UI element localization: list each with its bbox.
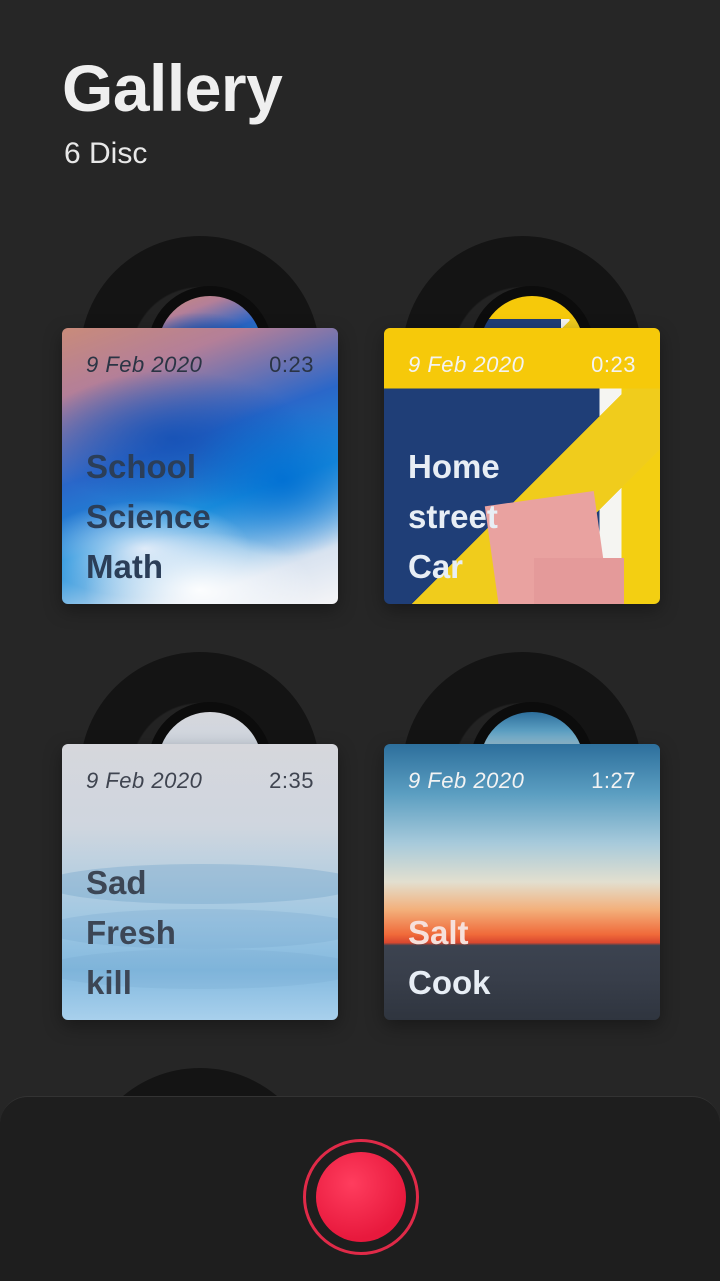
album-tag: Sad <box>86 864 147 901</box>
album-item[interactable]: 9 Feb 2020 2:35 Sad Fresh kill <box>62 652 338 1020</box>
album-tag: School <box>86 448 197 485</box>
album-item[interactable]: 9 Feb 2020 0:23 School Science Math <box>62 236 338 604</box>
album-cover[interactable]: 9 Feb 2020 1:27 Salt Cook <box>384 744 660 1020</box>
album-tag: street <box>408 498 498 535</box>
record-button[interactable] <box>303 1139 419 1255</box>
album-duration: 2:35 <box>269 768 314 793</box>
album-tag: Cook <box>408 964 491 1001</box>
album-tags: Salt Cook <box>408 908 491 1008</box>
album-duration: 0:23 <box>591 352 636 377</box>
album-tag: Science <box>86 498 211 535</box>
page-title: Gallery <box>62 51 283 125</box>
album-tag: kill <box>86 964 132 1001</box>
disc-count: 6 Disc <box>64 137 148 170</box>
album-tag: Car <box>408 548 464 585</box>
album-cover[interactable]: 9 Feb 2020 2:35 Sad Fresh kill <box>62 744 338 1020</box>
album-tags: Sad Fresh kill <box>86 858 176 1008</box>
album-cover[interactable]: 9 Feb 2020 0:23 School Science Math <box>62 328 338 604</box>
gallery-screen: Gallery 6 Disc 9 Feb 2020 0:23 School Sc… <box>0 0 720 1281</box>
album-tags: Home street Car <box>408 442 500 592</box>
album-tags: School Science Math <box>86 442 211 592</box>
album-tag: Math <box>86 548 163 585</box>
album-cover[interactable]: 9 Feb 2020 0:23 Home street Car <box>384 328 660 604</box>
album-date: 9 Feb 2020 <box>86 768 203 793</box>
album-tag: Home <box>408 448 500 485</box>
art-shape <box>534 558 624 604</box>
album-duration: 1:27 <box>591 768 636 793</box>
album-tag: Salt <box>408 914 469 951</box>
album-item[interactable]: 9 Feb 2020 0:23 Home street Car <box>384 236 660 604</box>
album-date: 9 Feb 2020 <box>86 352 203 377</box>
album-date: 9 Feb 2020 <box>408 352 525 377</box>
album-duration: 0:23 <box>269 352 314 377</box>
bottom-bar <box>0 1096 720 1281</box>
album-date: 9 Feb 2020 <box>408 768 525 793</box>
album-tag: Fresh <box>86 914 176 951</box>
record-icon <box>316 1152 406 1242</box>
album-item[interactable]: 9 Feb 2020 1:27 Salt Cook <box>384 652 660 1020</box>
